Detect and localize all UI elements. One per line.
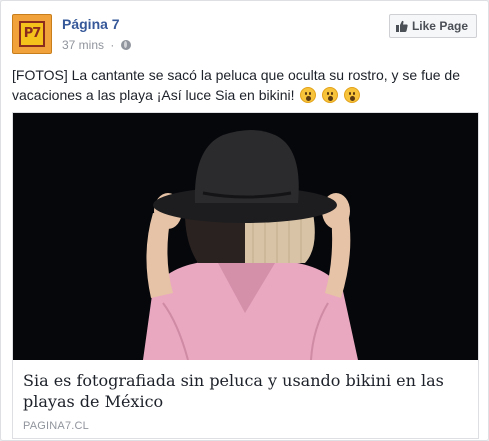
post-meta: 37 mins · [62, 38, 131, 52]
like-page-button[interactable]: Like Page [388, 14, 477, 38]
astonished-face-icon [300, 87, 317, 103]
meta-separator: · [110, 38, 115, 52]
astonished-face-icon [322, 87, 339, 103]
like-page-label: Like Page [411, 19, 468, 33]
shared-link-card[interactable]: Sia es fotografiada sin peluca y usando … [12, 112, 479, 439]
caption-text: [FOTOS] La cantante se sacó la peluca qu… [12, 67, 460, 103]
page-logo: P7 [19, 21, 45, 47]
link-preview-body[interactable]: Sia es fotografiada sin peluca y usando … [13, 360, 478, 438]
page-avatar[interactable]: P7 [12, 14, 52, 54]
link-preview-image[interactable] [13, 113, 478, 360]
astonished-face-icon [344, 87, 361, 103]
post-header: P7 Página 7 37 mins · Like Page [12, 11, 477, 55]
link-domain: PAGINA7.CL [23, 420, 89, 432]
link-title[interactable]: Sia es fotografiada sin peluca y usando … [23, 370, 463, 412]
post-caption: [FOTOS] La cantante se sacó la peluca qu… [12, 65, 476, 105]
thumbs-up-icon [395, 20, 408, 32]
page-name-link[interactable]: Página 7 [62, 16, 120, 32]
globe-icon[interactable] [120, 40, 131, 50]
post-timestamp[interactable]: 37 mins [62, 38, 104, 52]
sia-photo [13, 113, 478, 360]
feed-post: P7 Página 7 37 mins · Like Page [FOTOS] … [0, 0, 489, 441]
